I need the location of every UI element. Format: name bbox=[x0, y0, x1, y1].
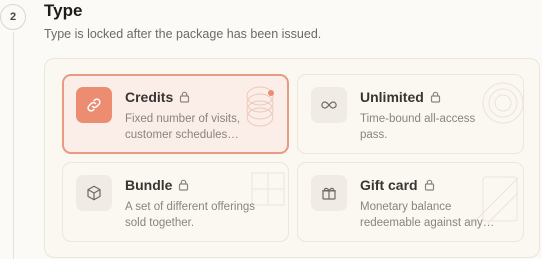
bundle-description-line2: sold together. bbox=[125, 217, 195, 229]
type-options-panel: Credits Fixed number of visits, customer… bbox=[44, 58, 540, 258]
step-number-badge: 2 bbox=[0, 4, 26, 30]
infinity-icon bbox=[321, 101, 337, 109]
lock-icon bbox=[430, 91, 440, 103]
lock-icon bbox=[179, 179, 189, 191]
step-connector-line bbox=[13, 32, 14, 259]
gift-card-icon-box bbox=[311, 175, 347, 211]
lock-icon bbox=[424, 179, 434, 191]
type-option-bundle[interactable]: Bundle A set of different offerings sold… bbox=[62, 162, 289, 242]
credits-description-line2: customer schedules… bbox=[125, 129, 239, 141]
unlimited-description: Time-bound all-access pass. bbox=[360, 111, 510, 143]
section-title: Type bbox=[44, 1, 83, 20]
unlimited-title: Unlimited bbox=[360, 89, 441, 105]
credits-description-line1: Fixed number of visits, bbox=[125, 113, 241, 125]
bundle-label: Bundle bbox=[125, 177, 173, 193]
bundle-description: A set of different offerings sold togeth… bbox=[125, 199, 275, 231]
gift-card-label: Gift card bbox=[360, 177, 418, 193]
section-subtitle: Type is locked after the package has bee… bbox=[44, 27, 322, 41]
bundle-description-line1: A set of different offerings bbox=[125, 201, 255, 213]
type-option-unlimited[interactable]: Unlimited Time-bound all-access pass. bbox=[297, 74, 524, 154]
credits-title: Credits bbox=[125, 89, 190, 105]
lock-icon bbox=[180, 91, 190, 103]
type-option-credits[interactable]: Credits Fixed number of visits, customer… bbox=[62, 74, 289, 154]
gift-card-description-line1: Monetary balance bbox=[360, 201, 452, 213]
unlimited-icon-box bbox=[311, 87, 347, 123]
credits-label: Credits bbox=[125, 89, 174, 105]
bundle-title: Bundle bbox=[125, 177, 189, 193]
gift-card-title: Gift card bbox=[360, 177, 435, 193]
bundle-icon-box bbox=[76, 175, 112, 211]
link-icon bbox=[87, 98, 101, 112]
box-icon bbox=[87, 185, 101, 201]
credits-icon-box bbox=[76, 87, 112, 123]
unlimited-label: Unlimited bbox=[360, 89, 424, 105]
unlimited-description-line1: Time-bound all-access bbox=[360, 113, 476, 125]
type-option-gift-card[interactable]: Gift card Monetary balance redeemable ag… bbox=[297, 162, 524, 242]
gift-card-description-line2: redeemable against any… bbox=[360, 217, 495, 229]
unlimited-description-line2: pass. bbox=[360, 129, 388, 141]
gift-icon bbox=[322, 187, 336, 200]
gift-card-description: Monetary balance redeemable against any… bbox=[360, 199, 510, 231]
credits-description: Fixed number of visits, customer schedul… bbox=[125, 111, 275, 143]
